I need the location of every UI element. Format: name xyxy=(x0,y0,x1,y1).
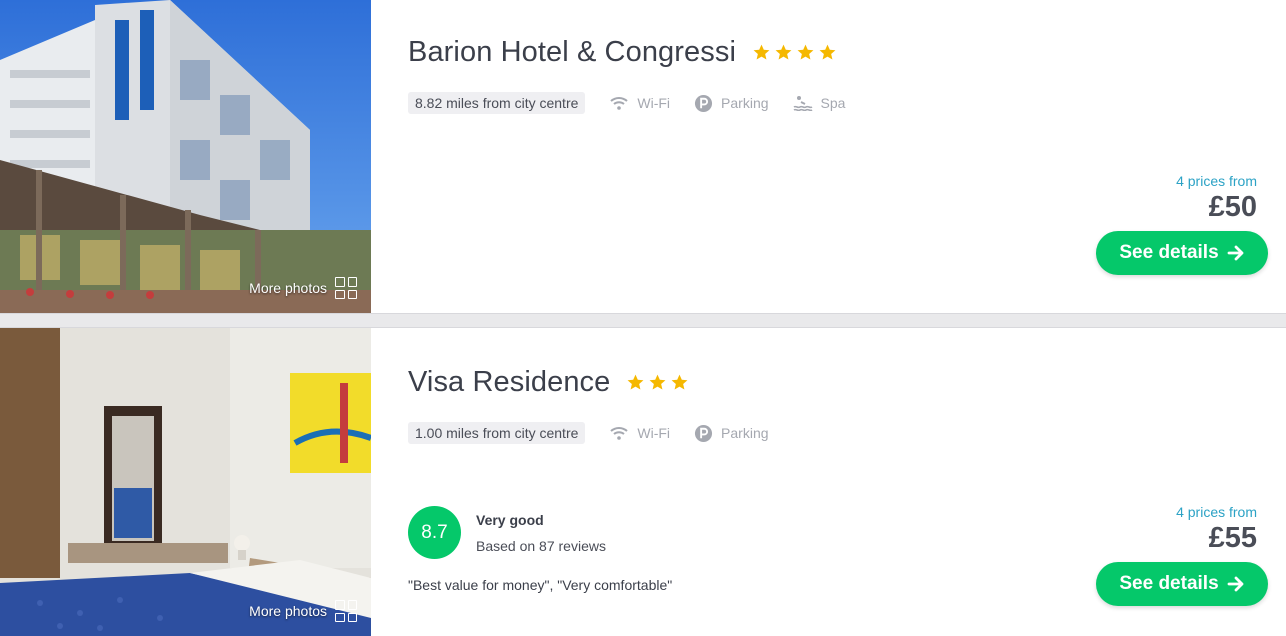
amenity-label: Parking xyxy=(721,95,769,111)
star-rating xyxy=(626,373,689,392)
price-block: 4 prices from £55 xyxy=(1176,504,1257,555)
price-value: £50 xyxy=(1208,191,1257,223)
hotel-photo-image xyxy=(0,328,371,636)
hotel-card-barion[interactable]: More photos Barion Hotel & Congressi 8.8… xyxy=(0,0,1286,314)
star-icon xyxy=(753,44,770,60)
parking-icon xyxy=(694,94,713,112)
star-icon xyxy=(627,374,644,390)
star-icon xyxy=(671,374,688,390)
star-icon xyxy=(797,44,814,60)
distance-badge: 8.82 miles from city centre xyxy=(408,92,586,114)
amenity-label: Spa xyxy=(820,95,846,111)
price-value: £55 xyxy=(1208,522,1257,554)
see-details-button[interactable]: See details xyxy=(1096,562,1268,606)
gallery-grid-icon xyxy=(335,600,357,622)
amenity-label: Wi-Fi xyxy=(637,425,671,441)
hotel-name[interactable]: Barion Hotel & Congressi xyxy=(408,36,736,69)
amenity-wifi: Wi-Fi xyxy=(609,95,670,111)
hotel-photo[interactable]: More photos xyxy=(0,328,371,636)
amenity-parking: Parking xyxy=(694,94,769,113)
more-photos-button[interactable]: More photos xyxy=(249,277,357,299)
star-icon xyxy=(649,374,666,390)
price-block: 4 prices from £50 xyxy=(1176,173,1257,224)
see-details-label: See details xyxy=(1119,242,1219,263)
review-score-badge: 8.7 xyxy=(408,506,461,559)
review-quote: "Best value for money", "Very comfortabl… xyxy=(408,577,673,593)
amenity-spa: Spa xyxy=(793,95,846,111)
parking-icon xyxy=(694,424,713,442)
prices-from-link[interactable]: 4 prices from xyxy=(1176,173,1257,189)
review-count[interactable]: Based on 87 reviews xyxy=(476,538,606,554)
amenity-label: Wi-Fi xyxy=(637,95,671,111)
see-details-label: See details xyxy=(1119,573,1219,594)
star-rating xyxy=(752,43,837,62)
review-label: Very good xyxy=(476,512,544,528)
wifi-icon xyxy=(610,427,629,440)
hotel-card-visa-residence[interactable]: More photos Visa Residence 1.00 miles fr… xyxy=(0,327,1286,636)
arrow-right-icon xyxy=(1227,576,1244,592)
amenity-wifi: Wi-Fi xyxy=(609,425,670,441)
arrow-right-icon xyxy=(1227,245,1244,261)
more-photos-label: More photos xyxy=(249,280,327,296)
wifi-icon xyxy=(610,97,629,110)
star-icon xyxy=(775,44,792,60)
distance-badge: 1.00 miles from city centre xyxy=(408,422,586,444)
hotel-photo-image xyxy=(0,0,371,313)
more-photos-button[interactable]: More photos xyxy=(249,600,357,622)
see-details-button[interactable]: See details xyxy=(1096,231,1268,275)
amenity-parking: Parking xyxy=(694,424,769,443)
star-icon xyxy=(819,44,836,60)
gallery-grid-icon xyxy=(335,277,357,299)
more-photos-label: More photos xyxy=(249,603,327,619)
hotel-photo[interactable]: More photos xyxy=(0,0,371,313)
hotel-name[interactable]: Visa Residence xyxy=(408,366,610,399)
spa-icon xyxy=(793,96,812,111)
amenity-label: Parking xyxy=(721,425,769,441)
prices-from-link[interactable]: 4 prices from xyxy=(1176,504,1257,520)
